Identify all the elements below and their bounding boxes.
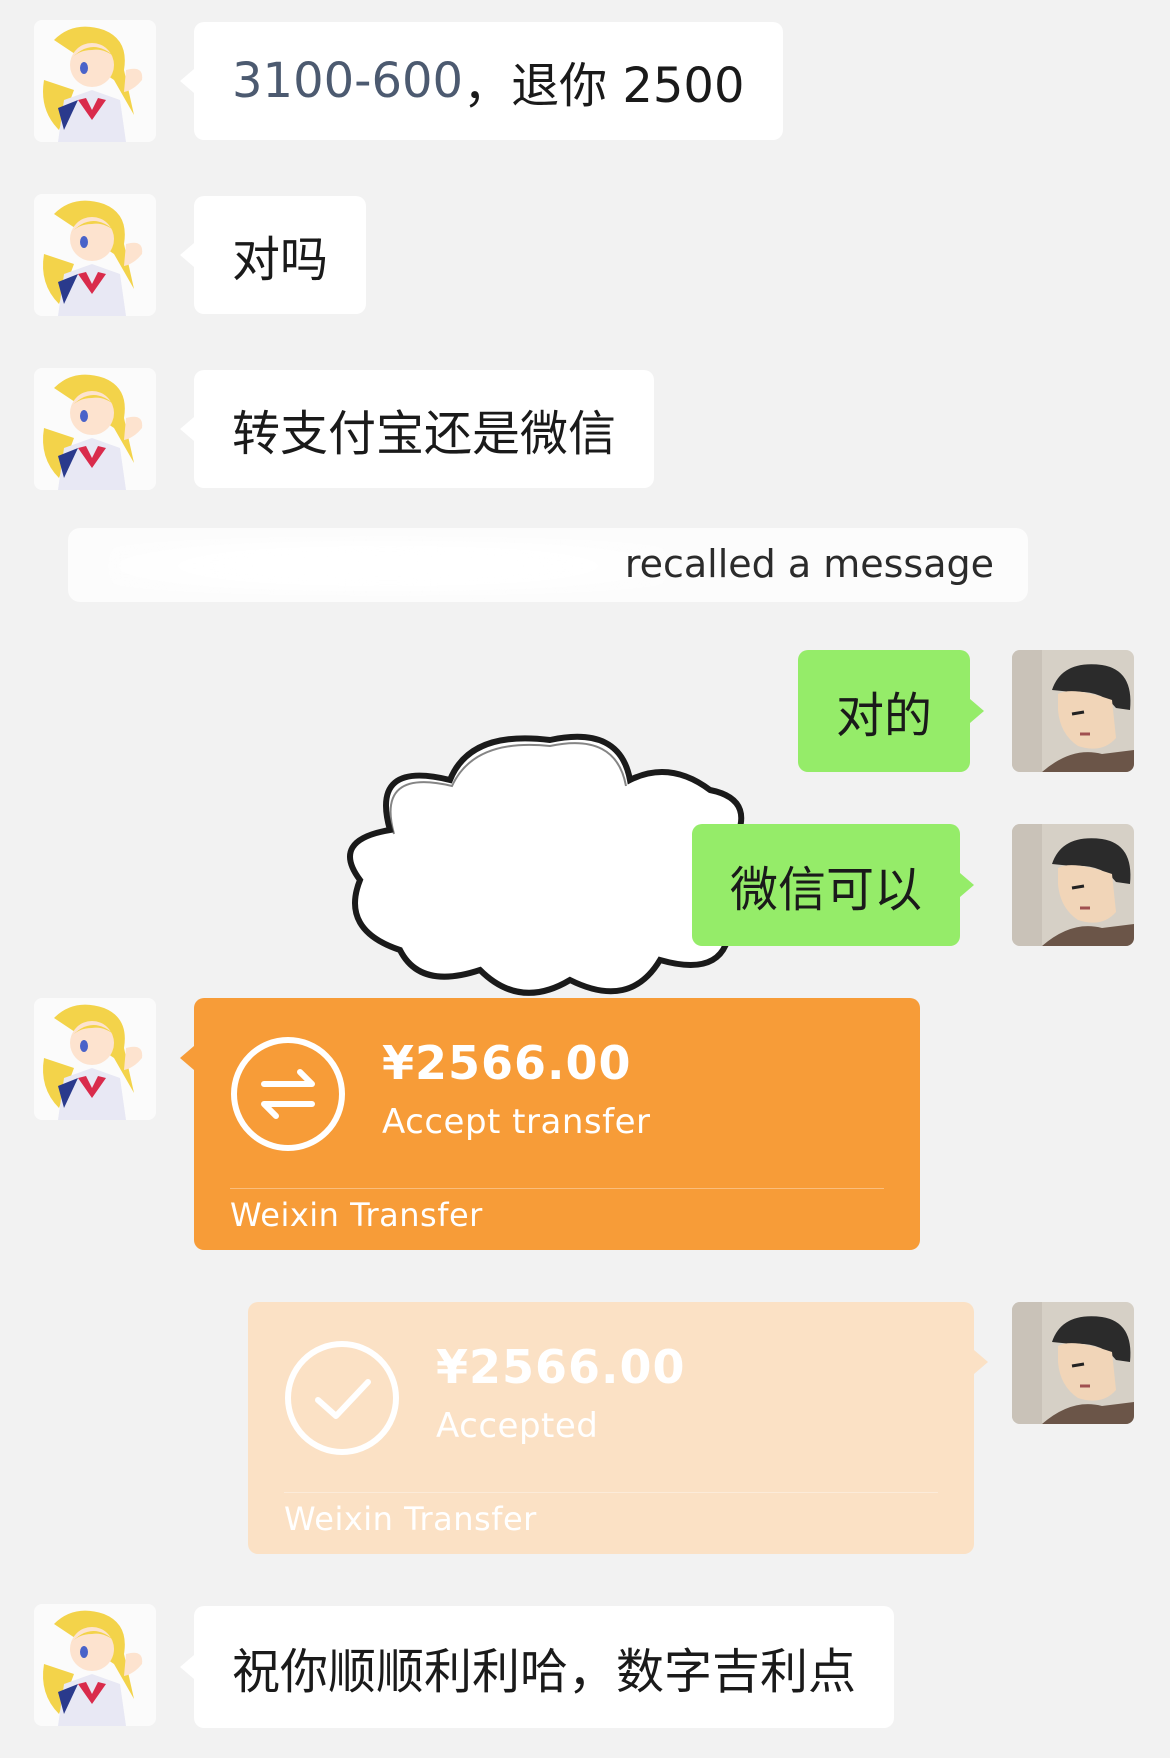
contact-avatar[interactable] <box>34 194 156 316</box>
bubble-tail <box>970 699 985 723</box>
bubble-tail <box>180 417 194 441</box>
message-text: 对吗 <box>232 232 329 288</box>
message-text: 微信可以 <box>730 862 923 918</box>
message-bubble[interactable]: 对吗 <box>180 196 367 314</box>
system-recall-notice: recalled a message <box>68 528 1028 602</box>
transfer-card-pending[interactable]: ¥2566.00 Accept transfer Weixin Transfer <box>180 998 920 1250</box>
transfer-footer: Weixin Transfer <box>284 1500 537 1538</box>
recall-notice-text: recalled a message <box>624 542 994 586</box>
message-bubble[interactable]: 3100-600 ，退你 2500 <box>180 22 783 140</box>
my-avatar[interactable] <box>1012 1302 1134 1424</box>
transfer-status: Accept transfer <box>382 1102 651 1142</box>
message-bubble[interactable]: 转支付宝还是微信 <box>180 370 655 488</box>
transfer-divider <box>230 1188 884 1189</box>
bubble-tail <box>974 1350 988 1374</box>
my-avatar[interactable] <box>1012 824 1134 946</box>
checkmark-icon <box>285 1341 399 1455</box>
man-avatar-icon <box>1012 1302 1134 1424</box>
contact-avatar[interactable] <box>34 368 156 490</box>
anime-girl-avatar-icon <box>34 20 156 142</box>
bubble-tail <box>180 243 194 267</box>
message-bubble[interactable]: 对的 <box>798 650 985 772</box>
anime-girl-avatar-icon <box>34 194 156 316</box>
message-text: ，退你 2500 <box>463 58 745 114</box>
anime-girl-avatar-icon <box>34 368 156 490</box>
bubble-tail <box>180 69 194 93</box>
transfer-divider <box>284 1492 938 1493</box>
bubble-tail <box>180 1655 194 1679</box>
transfer-arrows-icon <box>231 1037 345 1151</box>
message-bubble[interactable]: 祝你顺顺利利哈，数字吉利点 <box>180 1606 895 1728</box>
man-avatar-icon <box>1012 650 1134 772</box>
my-avatar[interactable] <box>1012 650 1134 772</box>
transfer-amount: ¥2566.00 <box>382 1036 632 1090</box>
transfer-amount: ¥2566.00 <box>436 1340 686 1394</box>
message-text: 祝你顺顺利利哈，数字吉利点 <box>232 1644 857 1700</box>
transfer-card-accepted[interactable]: ¥2566.00 Accepted Weixin Transfer <box>248 1302 988 1554</box>
message-number: 3100-600 <box>232 53 464 109</box>
anime-girl-avatar-icon <box>34 998 156 1120</box>
contact-avatar[interactable] <box>34 1604 156 1726</box>
anime-girl-avatar-icon <box>34 1604 156 1726</box>
transfer-footer: Weixin Transfer <box>230 1196 483 1234</box>
contact-avatar[interactable] <box>34 998 156 1120</box>
message-text: 对的 <box>836 688 933 744</box>
contact-avatar[interactable] <box>34 20 156 142</box>
bubble-tail <box>180 1046 194 1070</box>
bubble-tail <box>960 873 975 897</box>
man-avatar-icon <box>1012 824 1134 946</box>
transfer-status: Accepted <box>436 1406 599 1446</box>
blurred-name-region <box>108 538 668 594</box>
message-bubble[interactable]: 微信可以 <box>692 824 975 946</box>
message-text: 转支付宝还是微信 <box>232 406 617 462</box>
